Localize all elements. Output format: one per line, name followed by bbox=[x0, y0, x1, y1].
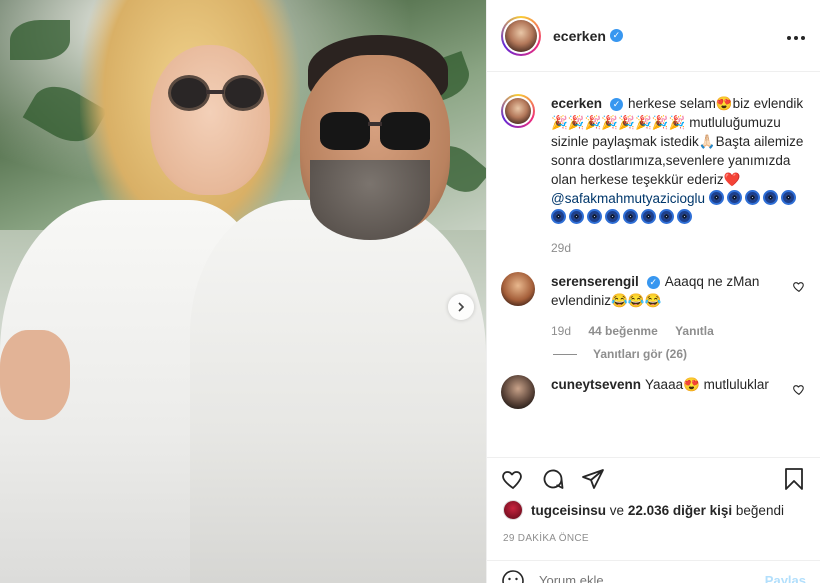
likes-suffix: beğendi bbox=[735, 502, 784, 518]
likes-count-link[interactable]: 22.036 diğer kişi bbox=[628, 503, 732, 518]
comment-heart-icon[interactable] bbox=[792, 280, 806, 293]
evil-eye-icon bbox=[623, 209, 638, 224]
bookmark-icon bbox=[785, 467, 803, 490]
post-header: ecerken ✓ bbox=[487, 0, 820, 72]
verified-badge-icon: ✓ bbox=[609, 29, 623, 42]
instagram-post: ecerken ✓ ecerken ✓ herkese selam😍biz evle… bbox=[0, 0, 820, 583]
like-button[interactable] bbox=[499, 465, 527, 493]
photo-sunglasses bbox=[222, 75, 264, 111]
avatar-image bbox=[505, 19, 537, 52]
avatar[interactable] bbox=[501, 94, 535, 128]
post-photo[interactable] bbox=[0, 0, 486, 583]
save-button[interactable] bbox=[780, 465, 808, 493]
comment-body: cuneytsevenn Yaaaa😍 mutluluklar bbox=[551, 375, 784, 409]
photo-sunglasses-bridge bbox=[206, 90, 224, 94]
liker-username[interactable]: tugceisinsu bbox=[531, 503, 606, 518]
comment-meta: 19d 44 beğenme Yanıtla bbox=[551, 322, 784, 341]
reply-button[interactable]: Yanıtla bbox=[675, 324, 714, 338]
photo-sunglasses-bridge bbox=[368, 122, 382, 126]
comment-username[interactable]: cuneytsevenn bbox=[551, 377, 641, 392]
comment-item: cuneytsevenn Yaaaa😍 mutluluklar bbox=[501, 375, 806, 409]
mention-link[interactable]: @safakmahmutyazicioglu bbox=[551, 191, 705, 206]
avatar[interactable] bbox=[501, 15, 541, 56]
evil-eye-icon bbox=[551, 209, 566, 224]
view-replies-button[interactable]: Yanıtları gör (26) bbox=[553, 347, 806, 361]
photo-arm bbox=[0, 330, 70, 420]
photo-white-shirt bbox=[190, 200, 486, 583]
caption-meta: 29d bbox=[551, 239, 806, 258]
view-replies-label: Yanıtları gör (26) bbox=[593, 347, 688, 361]
author-username[interactable]: ecerken bbox=[553, 28, 606, 44]
comment-item: serenserengil ✓ Aaaqq ne zMan evlendiniz😂😂… bbox=[501, 272, 806, 341]
photo-sunglasses bbox=[168, 75, 210, 111]
post-timestamp[interactable]: 29 DAKİKA ÖNCE bbox=[503, 533, 589, 544]
likes-summary: tugceisinsu ve 22.036 diğer kişi beğendi bbox=[503, 500, 813, 520]
caption-age[interactable]: 29d bbox=[551, 241, 571, 255]
evil-eye-icon bbox=[780, 190, 796, 205]
evil-eye-icon bbox=[726, 190, 742, 205]
caption-username[interactable]: ecerken bbox=[551, 96, 602, 111]
post-actions bbox=[487, 457, 820, 499]
comment-like-count[interactable]: 44 beğenme bbox=[588, 324, 657, 338]
evil-eye-icon bbox=[659, 209, 674, 224]
post-comment-button[interactable]: Paylaş bbox=[765, 573, 806, 583]
photo-foliage bbox=[10, 20, 70, 60]
evil-eye-icon bbox=[744, 190, 760, 205]
evil-eye-icon bbox=[677, 209, 692, 224]
more-horizontal-icon bbox=[787, 36, 805, 40]
chevron-right-icon bbox=[458, 302, 465, 312]
comment-icon bbox=[543, 469, 564, 489]
evil-eye-icon bbox=[587, 209, 602, 224]
comment-input[interactable] bbox=[539, 573, 765, 583]
add-comment-bar: Paylaş bbox=[487, 560, 820, 583]
photo-sunglasses bbox=[380, 112, 430, 150]
photo-person-face bbox=[150, 45, 270, 195]
next-photo-button[interactable] bbox=[448, 294, 474, 320]
evil-eye-icon bbox=[605, 209, 620, 224]
share-icon bbox=[582, 468, 604, 489]
avatar[interactable] bbox=[503, 500, 523, 520]
comment-text: Yaaaa😍 mutluluklar bbox=[645, 377, 769, 392]
post-sidebar: ecerken ✓ ecerken ✓ herkese selam😍biz evle… bbox=[486, 0, 820, 583]
caption: ecerken ✓ herkese selam😍biz evlendik🎉🎉🎉🎉🎉🎉… bbox=[501, 94, 806, 258]
comment-username[interactable]: serenserengil bbox=[551, 274, 639, 289]
more-options-button[interactable] bbox=[786, 25, 806, 46]
evil-eye-icon bbox=[762, 190, 778, 205]
comments-list[interactable]: ecerken ✓ herkese selam😍biz evlendik🎉🎉🎉🎉🎉🎉… bbox=[487, 72, 820, 457]
heart-icon bbox=[502, 470, 522, 489]
comment-body: serenserengil ✓ Aaaqq ne zMan evlendiniz😂😂… bbox=[551, 272, 784, 341]
likes-connector: ve bbox=[609, 502, 625, 518]
photo-sunglasses bbox=[320, 112, 370, 150]
comment-heart-icon[interactable] bbox=[792, 383, 806, 396]
evil-eye-icon bbox=[641, 209, 656, 224]
caption-body: ecerken ✓ herkese selam😍biz evlendik🎉🎉🎉🎉🎉🎉… bbox=[551, 94, 806, 258]
emoji-icon[interactable] bbox=[501, 569, 525, 583]
avatar[interactable] bbox=[501, 272, 535, 306]
avatar[interactable] bbox=[501, 375, 535, 409]
share-button[interactable] bbox=[579, 465, 607, 493]
avatar-image bbox=[505, 98, 531, 124]
comment-button[interactable] bbox=[539, 465, 567, 493]
evil-eye-icon bbox=[708, 190, 724, 205]
verified-badge-icon: ✓ bbox=[646, 276, 660, 289]
comment-age[interactable]: 19d bbox=[551, 324, 571, 338]
verified-badge-icon: ✓ bbox=[610, 98, 624, 111]
replies-divider bbox=[553, 353, 577, 355]
photo-beard bbox=[310, 160, 430, 240]
evil-eye-icon bbox=[569, 209, 584, 224]
